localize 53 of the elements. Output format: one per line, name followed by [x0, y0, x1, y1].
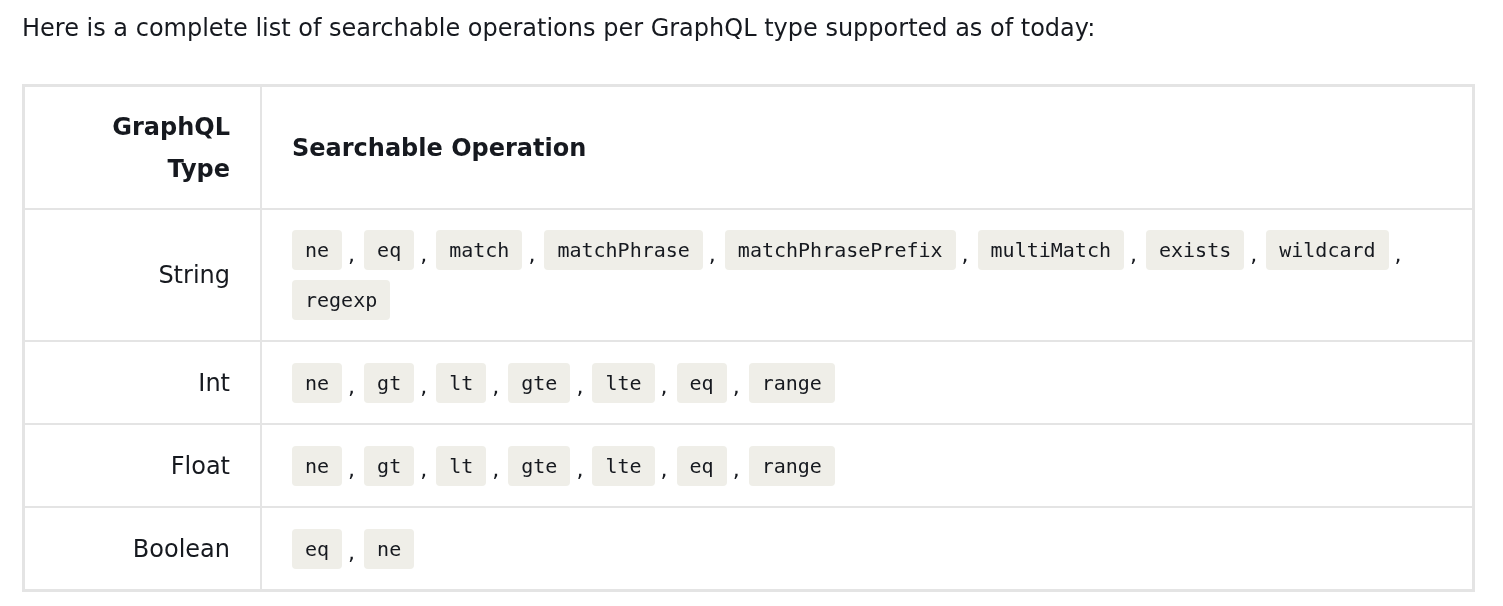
comma: ,	[576, 457, 584, 482]
operation-code: ne	[292, 230, 343, 270]
type-name: Boolean	[132, 534, 230, 563]
operation-code: lte	[592, 445, 655, 486]
operation-code: lt	[436, 445, 487, 486]
operation-code: gte	[508, 445, 571, 486]
operation-code: eq	[364, 230, 415, 270]
operation-code: matchPhrase	[544, 230, 703, 270]
operation-code: gt	[364, 445, 415, 486]
comma: ,	[528, 241, 536, 267]
comma: ,	[420, 457, 428, 482]
column-header: Searchable Operation	[292, 133, 587, 162]
operation-code: matchPhrasePrefix	[724, 230, 956, 270]
comma: ,	[660, 374, 668, 399]
type-name: Float	[170, 451, 230, 480]
operation-code: ne	[364, 528, 415, 569]
intro-paragraph: Here is a complete list of searchable operations per GraphQL type supported as of today:	[22, 13, 1097, 44]
comma: ,	[348, 241, 356, 267]
comma: ,	[492, 374, 500, 399]
comma: ,	[732, 374, 740, 399]
comma: ,	[420, 241, 428, 267]
operation-code: wildcard	[1266, 230, 1389, 270]
comma: ,	[732, 457, 740, 482]
operation-code: gt	[364, 362, 415, 403]
operation-code: multiMatch	[977, 230, 1124, 270]
comma: ,	[1130, 241, 1137, 267]
operation-code: exists	[1146, 230, 1245, 270]
comma: ,	[576, 374, 584, 399]
operation-code: lt	[436, 362, 487, 403]
operation-code: lte	[592, 362, 655, 403]
operation-code: ne	[292, 362, 343, 403]
operation-code: ne	[292, 445, 343, 486]
comma: ,	[348, 457, 356, 482]
comma: ,	[348, 540, 356, 565]
comma: ,	[492, 457, 500, 482]
operation-code: eq	[676, 362, 727, 403]
comma: ,	[660, 457, 668, 482]
operation-code: gte	[508, 362, 571, 403]
column-header: GraphQL Type	[112, 112, 230, 183]
type-name: Int	[198, 368, 230, 397]
comma: ,	[708, 241, 716, 267]
operation-code: regexp	[292, 280, 391, 320]
comma: ,	[348, 374, 356, 399]
comma: ,	[420, 374, 428, 399]
operation-code: eq	[292, 528, 343, 569]
type-name: String	[158, 261, 230, 289]
comma: ,	[1250, 241, 1258, 267]
operation-code: eq	[676, 445, 727, 486]
operation-code: range	[748, 445, 835, 486]
comma: ,	[961, 241, 969, 267]
operation-code: match	[436, 230, 523, 270]
operation-code: range	[748, 362, 835, 403]
comma: ,	[1394, 241, 1402, 267]
